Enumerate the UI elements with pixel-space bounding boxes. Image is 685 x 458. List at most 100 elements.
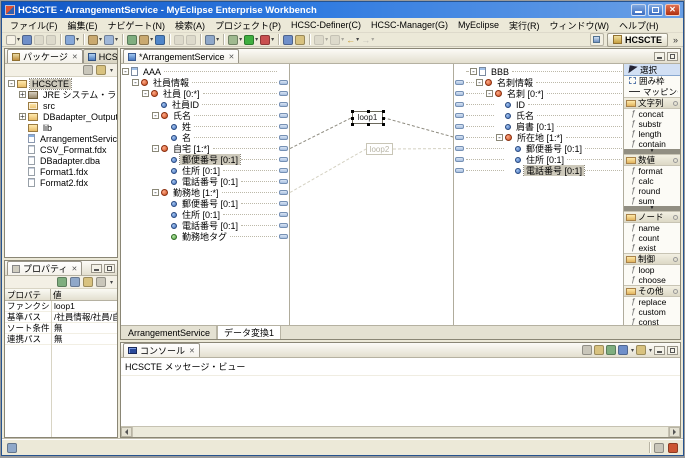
menu-item[interactable]: 実行(R) <box>504 19 545 32</box>
connector-handle[interactable] <box>455 80 464 85</box>
palette-group-header[interactable]: その他 <box>624 285 680 297</box>
connector-handle[interactable] <box>455 124 464 129</box>
tab-properties[interactable]: プロパティ ✕ <box>7 261 82 275</box>
palette-item-count[interactable]: ƒcount <box>624 233 680 243</box>
connector-handle[interactable] <box>455 91 464 96</box>
open-perspective-button[interactable] <box>590 33 604 46</box>
tree-item[interactable]: -DBadapter.dba <box>5 155 117 166</box>
maximize-view-icon[interactable] <box>667 52 678 61</box>
map-node-row[interactable]: -郵便番号 [0:1] <box>454 143 623 154</box>
map-node-row[interactable]: -住所 [0:1] <box>454 154 623 165</box>
map-node-row[interactable]: -名刺情報 <box>454 77 623 88</box>
map-node-row[interactable]: -郵便番号 [0:1] <box>121 198 289 209</box>
selection-handle[interactable] <box>367 110 370 113</box>
clear-console-icon[interactable] <box>582 345 592 355</box>
selection-handle[interactable] <box>351 110 354 113</box>
map-node-row[interactable]: -住所 [0:1] <box>121 209 289 220</box>
connector-handle[interactable] <box>455 135 464 140</box>
menu-item[interactable]: HCSC-Definer(C) <box>286 20 366 30</box>
tree-item[interactable]: -CSV_Format.fdx <box>5 144 117 155</box>
scroll-left-icon[interactable] <box>121 427 132 437</box>
column-header-value[interactable]: 値 <box>51 289 117 300</box>
minimize-view-icon[interactable] <box>654 346 665 355</box>
map-node-row[interactable]: -勤務地タグ <box>121 231 289 242</box>
java-search-icon[interactable]: ▾ <box>87 33 103 46</box>
map-node-row[interactable]: -郵便番号 [0:1] <box>121 154 289 165</box>
open-editor-icon[interactable]: ▾ <box>204 33 220 46</box>
column-header-property[interactable]: プロパティ <box>5 289 51 300</box>
map-node-row[interactable]: -住所 [0:1] <box>121 165 289 176</box>
palette-tool-line[interactable]: マッピング <box>624 86 680 97</box>
connector-handle[interactable] <box>455 102 464 107</box>
palette-item-loop[interactable]: ƒloop <box>624 265 680 275</box>
perspective-button-hcscte[interactable]: HCSCTE <box>607 33 668 47</box>
menu-item[interactable]: 編集(E) <box>63 19 103 32</box>
selection-handle[interactable] <box>382 117 385 120</box>
palette-group-header[interactable]: 制御 <box>624 253 680 265</box>
property-row[interactable]: 連携パス無 <box>5 334 117 345</box>
dropdown-arrow-icon[interactable]: ▾ <box>631 347 634 354</box>
dropdown-arrow-icon[interactable]: ▾ <box>99 36 102 43</box>
map-node-row[interactable]: -電話番号 [0:1] <box>121 220 289 231</box>
selection-handle[interactable] <box>382 110 385 113</box>
map-node-row[interactable]: -ID <box>454 99 623 110</box>
palette-item-custom[interactable]: ƒcustom <box>624 307 680 317</box>
open-type-icon[interactable]: ▾ <box>103 33 119 46</box>
open-task-icon[interactable] <box>294 33 306 46</box>
mapping-canvas[interactable]: loop1loop2 <box>289 64 454 325</box>
horizontal-scrollbar[interactable] <box>121 426 680 437</box>
collapse-all-icon[interactable] <box>83 65 93 75</box>
palette-item-exist[interactable]: ƒexist <box>624 243 680 253</box>
editor-page-tab[interactable]: ArrangementService <box>122 326 217 339</box>
map-node-row[interactable]: -AAA <box>121 66 289 77</box>
tree-item[interactable]: -lib <box>5 122 117 133</box>
connector-handle[interactable] <box>455 146 464 151</box>
menu-item[interactable]: プロジェクト(P) <box>210 19 286 32</box>
menu-item[interactable]: ヘルプ(H) <box>614 19 664 32</box>
new-package-icon[interactable]: ▾ <box>138 33 154 46</box>
dropdown-arrow-icon[interactable]: ▾ <box>325 36 328 43</box>
expander-icon[interactable]: - <box>152 189 159 196</box>
connector-handle[interactable] <box>279 113 288 118</box>
menu-item[interactable]: ウィンドウ(W) <box>545 19 615 32</box>
palette-item-length[interactable]: ƒlength <box>624 129 680 139</box>
expander-icon[interactable]: - <box>152 145 159 152</box>
expander-icon[interactable]: + <box>19 91 26 98</box>
menu-item[interactable]: ファイル(F) <box>5 19 63 32</box>
minimize-button[interactable] <box>631 4 646 16</box>
connector-handle[interactable] <box>279 212 288 217</box>
connector-handle[interactable] <box>279 102 288 107</box>
minimize-view-icon[interactable] <box>654 52 665 61</box>
connector-handle[interactable] <box>279 124 288 129</box>
scrollbar-thumb[interactable] <box>132 427 669 437</box>
dropdown-arrow-icon[interactable]: ▾ <box>649 347 652 354</box>
connector-handle[interactable] <box>279 168 288 173</box>
scroll-lock-icon[interactable] <box>606 345 616 355</box>
tree-item[interactable]: +DBadapter_Output <box>5 111 117 122</box>
link-with-editor-icon[interactable] <box>96 65 106 75</box>
restore-default-icon[interactable] <box>96 277 106 287</box>
connector-handle[interactable] <box>279 223 288 228</box>
close-icon[interactable]: ✕ <box>189 347 195 355</box>
filter-icon[interactable] <box>83 277 93 287</box>
view-menu-icon[interactable]: ▾ <box>110 67 113 74</box>
palette-tool-cursor[interactable]: 選択 <box>624 64 680 75</box>
expander-icon[interactable]: - <box>476 79 483 86</box>
connector-handle[interactable] <box>279 146 288 151</box>
connector-handle[interactable] <box>279 179 288 184</box>
profile-icon[interactable]: ▾ <box>259 33 275 46</box>
dropdown-arrow-icon[interactable]: ▾ <box>271 36 274 43</box>
dropdown-arrow-icon[interactable]: ▾ <box>115 36 118 43</box>
palette-item-round[interactable]: ƒround <box>624 186 680 196</box>
expander-icon[interactable]: - <box>496 134 503 141</box>
connector-handle[interactable] <box>279 91 288 96</box>
map-node-row[interactable]: -名 <box>121 132 289 143</box>
map-node-row[interactable]: -氏名 <box>121 110 289 121</box>
close-icon[interactable]: ✕ <box>229 53 235 61</box>
map-node-row[interactable]: -名刺 [0:*] <box>454 88 623 99</box>
dropdown-arrow-icon[interactable]: ▾ <box>17 36 20 43</box>
tab-package-explorer[interactable]: パッケージ ✕ <box>7 49 83 63</box>
palette-item-substr[interactable]: ƒsubstr <box>624 119 680 129</box>
connector-handle[interactable] <box>455 113 464 118</box>
open-console-icon[interactable] <box>636 345 646 355</box>
